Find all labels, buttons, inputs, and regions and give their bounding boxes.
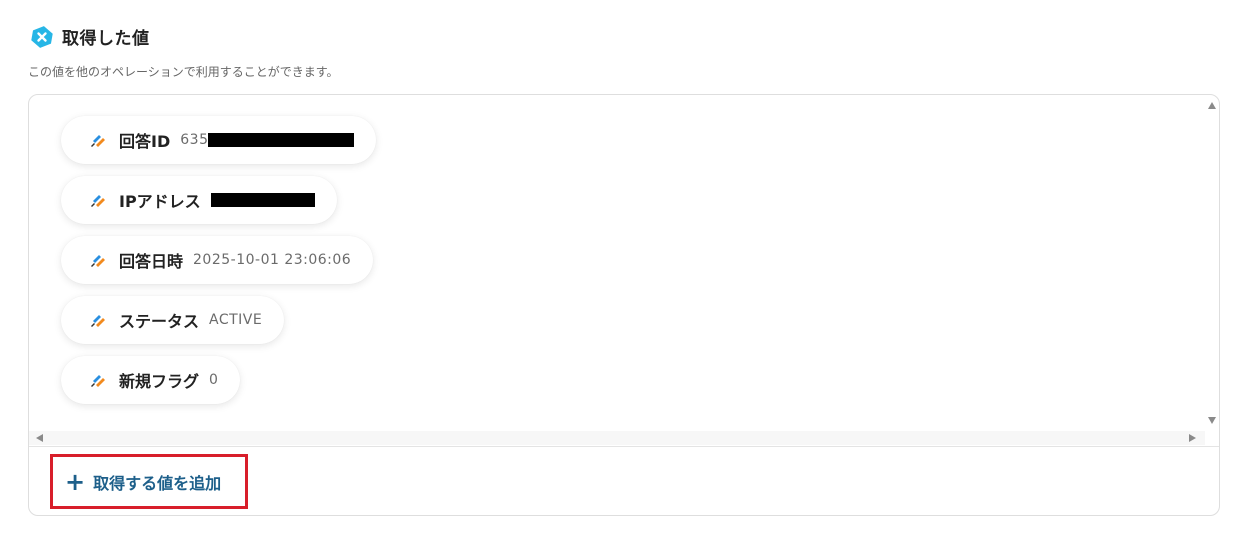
value-text: ACTIVE: [209, 312, 263, 328]
scroll-left-icon[interactable]: [36, 434, 43, 442]
value-label: 新規フラグ: [119, 372, 200, 391]
vertical-scrollbar[interactable]: [1205, 95, 1219, 431]
value-label: 回答日時: [119, 252, 184, 271]
redaction-bar: [208, 133, 355, 147]
redaction-bar: [210, 193, 315, 207]
form-app-icon: [91, 315, 105, 327]
value-chip-new-flag[interactable]: 新規フラグ 0: [61, 356, 241, 404]
horizontal-scrollbar[interactable]: [29, 431, 1205, 445]
section-description: この値を他のオペレーションで利用することができます。: [28, 65, 339, 79]
form-app-icon: [91, 195, 105, 207]
divider: [29, 446, 1219, 447]
value-chip-ip-address[interactable]: IPアドレス: [61, 176, 337, 224]
value-label: ステータス: [119, 312, 200, 331]
value-chip-response-datetime[interactable]: 回答日時 2025-10-01 23:06:06: [61, 236, 374, 284]
values-scroll-area[interactable]: 回答ID 635 IPアドレス 回答日時 2025-10-01 23:06:06: [29, 95, 1219, 447]
add-value-button[interactable]: + 取得する値を追加: [50, 454, 248, 509]
value-label: 回答ID: [119, 132, 171, 151]
form-app-icon: [91, 375, 105, 387]
value-chip-response-id[interactable]: 回答ID 635: [61, 116, 377, 164]
values-panel: 回答ID 635 IPアドレス 回答日時 2025-10-01 23:06:06: [28, 94, 1220, 516]
add-value-label: 取得する値を追加: [93, 473, 222, 493]
value-text: 635: [180, 132, 209, 148]
section-header: 取得した値: [30, 24, 150, 49]
value-chip-status[interactable]: ステータス ACTIVE: [61, 296, 285, 344]
scroll-right-icon[interactable]: [1189, 434, 1196, 442]
scroll-down-icon[interactable]: [1208, 417, 1216, 424]
x-badge-icon: [31, 25, 53, 48]
form-app-icon: [91, 135, 105, 147]
value-label: IPアドレス: [119, 192, 201, 211]
value-text: 0: [209, 372, 219, 388]
plus-icon: +: [65, 467, 86, 496]
value-text: 2025-10-01 23:06:06: [193, 252, 352, 268]
scroll-up-icon[interactable]: [1208, 102, 1216, 109]
form-app-icon: [91, 255, 105, 267]
page-title: 取得した値: [62, 29, 150, 49]
